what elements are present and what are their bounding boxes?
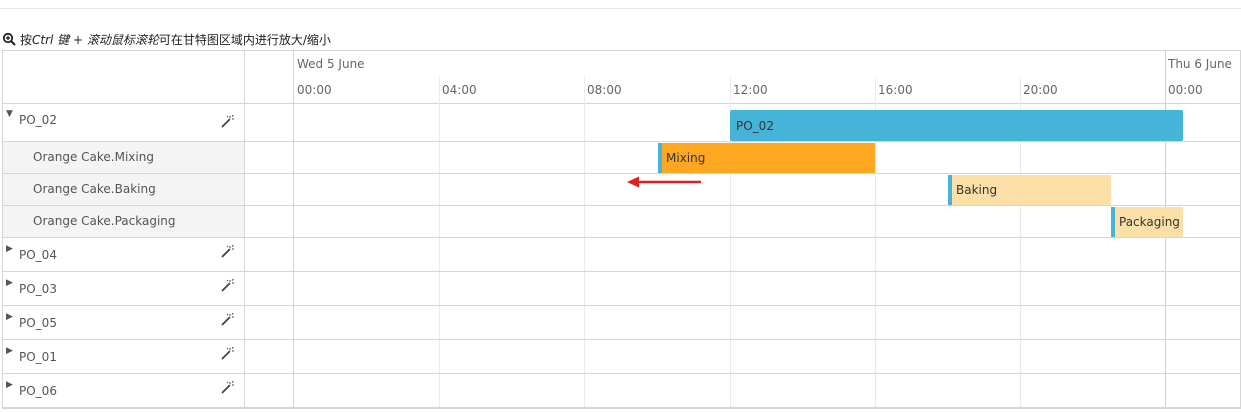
task-row-label: PO_03	[19, 282, 57, 296]
gantt-chart[interactable]: ▼ PO_02 Orange Cake.Mixing Orange Cake.Baki…	[2, 50, 1241, 409]
row-divider	[244, 373, 1240, 374]
hour-label: 20:00	[1023, 83, 1058, 97]
task-row-po-05[interactable]: ▶ PO_05	[3, 306, 244, 340]
row-divider	[244, 173, 1240, 174]
task-row-label: PO_05	[19, 316, 57, 330]
triangle-down-icon[interactable]: ▼	[6, 109, 13, 119]
task-row-po-02[interactable]: ▼ PO_02	[3, 104, 244, 142]
row-divider	[244, 141, 1240, 142]
row-divider	[244, 305, 1240, 306]
zoom-hint: 按 Ctrl 键 + 滚动鼠标滚轮 可在甘特图区域内进行放大/缩小	[2, 31, 331, 47]
gantt-bar-label: Mixing	[666, 151, 706, 165]
task-row-label: PO_02	[19, 113, 57, 127]
row-divider	[244, 205, 1240, 206]
gantt-bar-mixing[interactable]: Mixing	[658, 143, 875, 173]
hour-label: 08:00	[587, 83, 622, 97]
magic-wand-icon[interactable]	[220, 115, 234, 129]
timeline-panel[interactable]: Wed 5 June Thu 6 June 00:00 04:00 08:00 12:00…	[244, 51, 1240, 408]
triangle-right-icon[interactable]: ▶	[6, 380, 13, 390]
magic-wand-icon[interactable]	[220, 313, 234, 327]
bar-progress-handle[interactable]	[948, 175, 952, 205]
task-list-panel: ▼ PO_02 Orange Cake.Mixing Orange Cake.Baki…	[3, 51, 245, 408]
magic-wand-icon[interactable]	[220, 245, 234, 259]
hint-key-combo: Ctrl 键 + 滚动鼠标滚轮	[32, 32, 159, 47]
gantt-bar-label: PO_02	[736, 118, 774, 133]
hour-label: 16:00	[878, 83, 913, 97]
task-row-label: Orange Cake.Packaging	[33, 214, 176, 228]
magic-wand-icon[interactable]	[220, 347, 234, 361]
task-row-po-01[interactable]: ▶ PO_01	[3, 340, 244, 374]
hour-label: 04:00	[442, 83, 477, 97]
day-label: Thu 6 June	[1168, 57, 1232, 71]
zoom-in-icon	[2, 32, 16, 46]
red-left-arrow	[627, 176, 701, 188]
task-list-header	[3, 51, 244, 104]
task-row-label: PO_04	[19, 248, 57, 262]
triangle-right-icon[interactable]: ▶	[6, 346, 13, 356]
task-row-label: PO_06	[19, 384, 57, 398]
gantt-bar-po-02[interactable]: PO_02	[730, 110, 1183, 141]
task-row-label: Orange Cake.Mixing	[33, 150, 154, 164]
row-divider	[244, 271, 1240, 272]
task-row-label: Orange Cake.Baking	[33, 182, 156, 196]
task-row-label: PO_01	[19, 350, 57, 364]
hour-gridline	[584, 77, 585, 408]
hint-suffix: 可在甘特图区域内进行放大/缩小	[158, 32, 331, 47]
task-row-orange-cake-baking[interactable]: Orange Cake.Baking	[3, 174, 244, 206]
day-label: Wed 5 June	[297, 57, 365, 71]
row-divider	[244, 339, 1240, 340]
row-divider	[244, 407, 1240, 408]
hour-label: 00:00	[1168, 83, 1203, 97]
triangle-right-icon[interactable]: ▶	[6, 312, 13, 322]
gantt-bar-packaging[interactable]: Packaging	[1111, 207, 1183, 237]
task-row-po-04[interactable]: ▶ PO_04	[3, 238, 244, 272]
triangle-right-icon[interactable]: ▶	[6, 244, 13, 254]
triangle-right-icon[interactable]: ▶	[6, 278, 13, 288]
row-divider	[244, 237, 1240, 238]
hour-gridline	[439, 77, 440, 408]
bar-progress-handle[interactable]	[658, 143, 662, 173]
top-divider	[0, 8, 1241, 9]
magic-wand-icon[interactable]	[220, 381, 234, 395]
timeline-header: Wed 5 June Thu 6 June 00:00 04:00 08:00 12:00…	[244, 51, 1240, 104]
gantt-bar-label: Packaging	[1119, 215, 1180, 229]
hint-prefix: 按	[20, 32, 33, 47]
task-row-orange-cake-mixing[interactable]: Orange Cake.Mixing	[3, 142, 244, 174]
task-row-po-03[interactable]: ▶ PO_03	[3, 272, 244, 306]
gantt-bar-label: Baking	[956, 183, 998, 197]
magic-wand-icon[interactable]	[220, 279, 234, 293]
hour-label: 12:00	[733, 83, 768, 97]
hour-label: 00:00	[297, 83, 332, 97]
timeline-gutter	[244, 51, 294, 408]
bar-progress-handle[interactable]	[1111, 207, 1115, 237]
task-row-po-06[interactable]: ▶ PO_06	[3, 374, 244, 408]
gantt-bar-baking[interactable]: Baking	[948, 175, 1111, 205]
task-row-orange-cake-packaging[interactable]: Orange Cake.Packaging	[3, 206, 244, 238]
